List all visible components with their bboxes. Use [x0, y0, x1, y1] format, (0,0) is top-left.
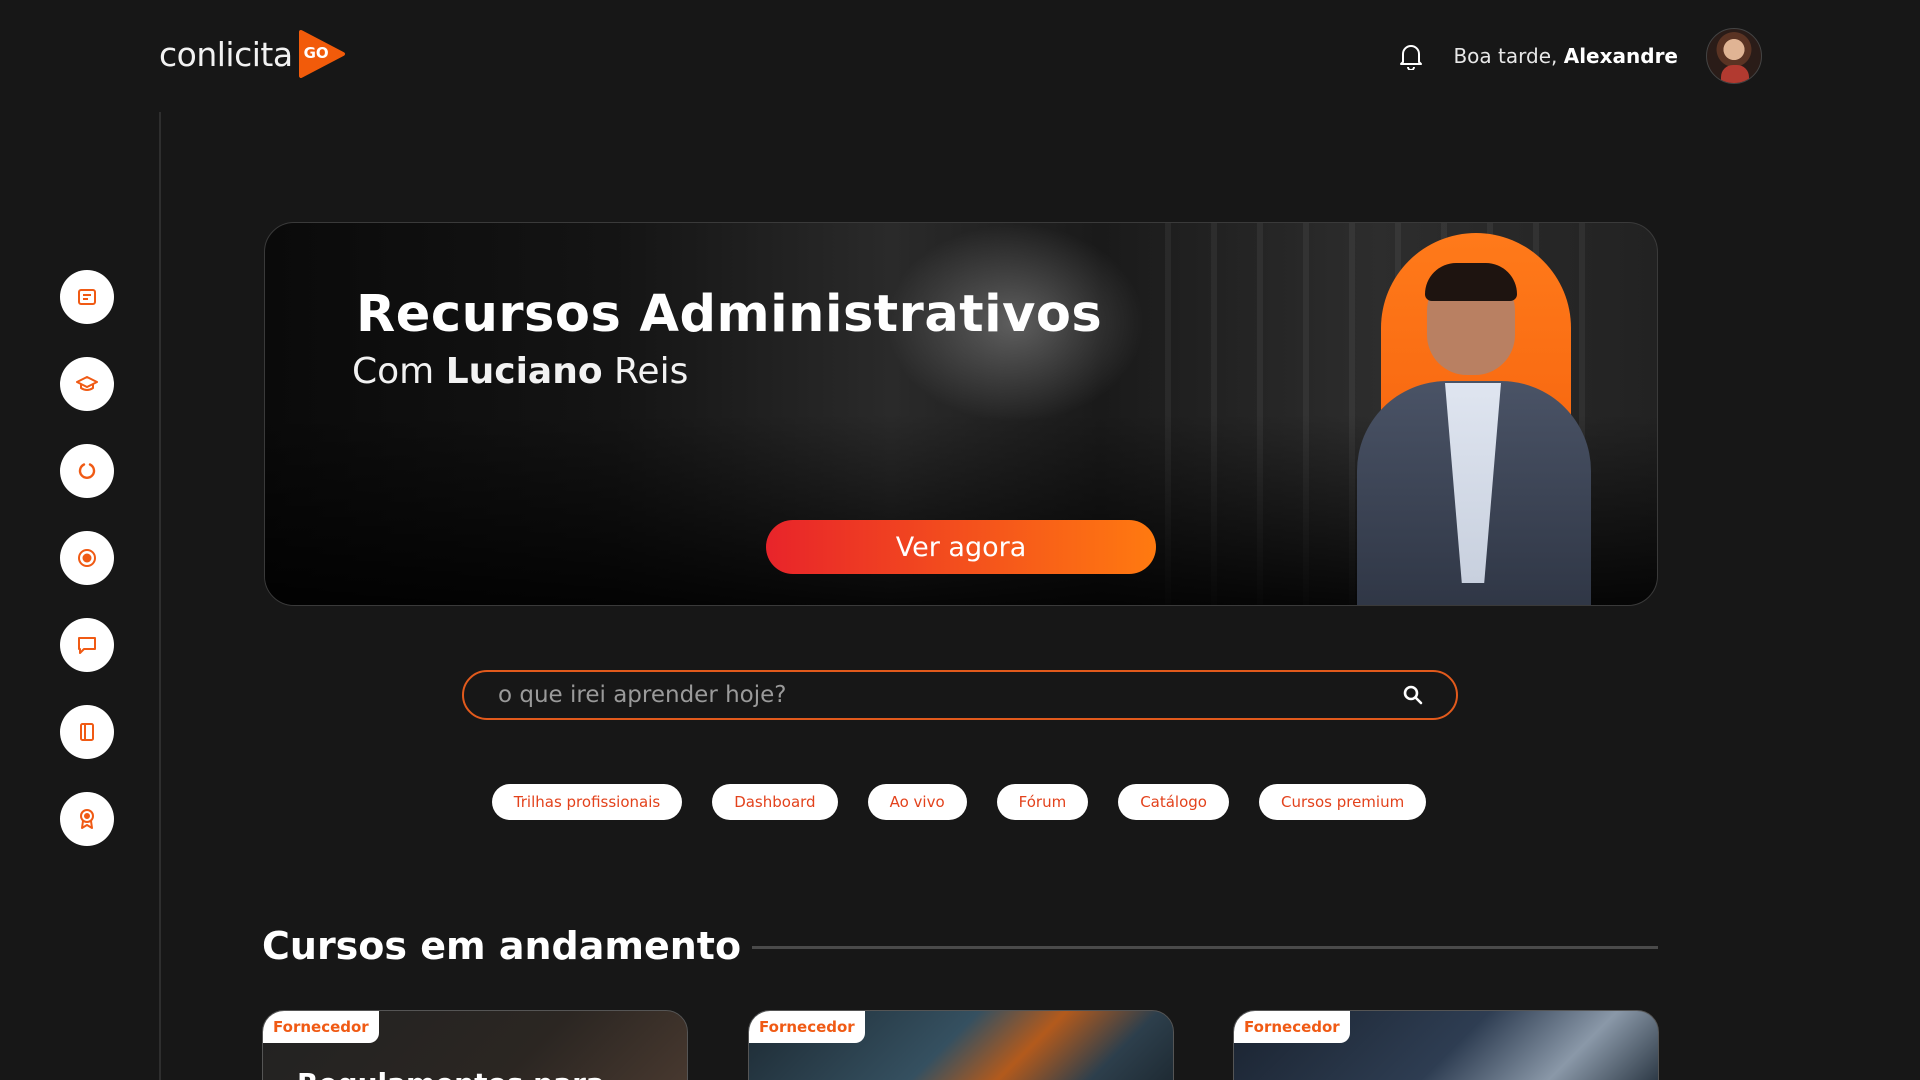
search-icon[interactable]	[1400, 682, 1426, 708]
loading-ring-icon	[78, 463, 96, 480]
bell-icon[interactable]	[1397, 40, 1425, 72]
logo-badge-text: GO	[303, 44, 329, 62]
user-name: Alexandre	[1563, 44, 1678, 68]
sidebar-item-courses[interactable]	[60, 357, 114, 411]
course-card-badge: Fornecedor	[263, 1011, 379, 1043]
avatar[interactable]	[1706, 28, 1762, 84]
chat-bubble-icon	[78, 637, 96, 654]
book-icon	[80, 723, 94, 741]
sidebar-item-catalog[interactable]	[60, 705, 114, 759]
greeting: Boa tarde, Alexandre	[1453, 44, 1678, 68]
page: conlicita GO Boa tarde, Alexandre Recurs…	[0, 0, 1920, 1080]
notes-icon	[78, 289, 96, 305]
quick-links: Trilhas profissionais Dashboard Ao vivo …	[0, 784, 1920, 820]
graduation-cap-icon	[76, 376, 98, 391]
course-card-badge: Fornecedor	[749, 1011, 865, 1043]
chip-cursos-premium[interactable]: Cursos premium	[1258, 784, 1427, 820]
chip-dashboard[interactable]: Dashboard	[712, 784, 838, 820]
course-card-badge: Fornecedor	[1234, 1011, 1350, 1043]
chip-forum[interactable]: Fórum	[996, 784, 1089, 820]
chip-ao-vivo[interactable]: Ao vivo	[867, 784, 967, 820]
sidebar-item-live[interactable]	[60, 531, 114, 585]
hero-banner[interactable]: Recursos Administrativos Com Luciano Rei…	[264, 222, 1658, 606]
hero-instructor-name: Luciano	[445, 351, 603, 392]
logo-badge: GO	[297, 30, 347, 78]
sidebar-item-notes[interactable]	[60, 270, 114, 324]
logo[interactable]: conlicita GO	[159, 30, 347, 78]
section-divider	[752, 946, 1658, 949]
search-bar	[462, 670, 1458, 720]
chip-catalogo[interactable]: Catálogo	[1118, 784, 1229, 820]
header-user-area: Boa tarde, Alexandre	[1397, 28, 1762, 84]
course-card-title: Regulamentos para	[297, 1067, 605, 1080]
course-card[interactable]: Fornecedor	[748, 1010, 1174, 1080]
watch-now-button[interactable]: Ver agora	[766, 520, 1156, 574]
search-input[interactable]	[498, 682, 1400, 708]
logo-text: conlicita	[159, 34, 293, 74]
sidebar-divider	[159, 112, 161, 1080]
course-card[interactable]: Fornecedor	[1233, 1010, 1659, 1080]
course-card[interactable]: Fornecedor Regulamentos para	[262, 1010, 688, 1080]
chip-trilhas-profissionais[interactable]: Trilhas profissionais	[491, 784, 683, 820]
hero-title: Recursos Administrativos	[356, 285, 1103, 344]
sidebar-item-progress[interactable]	[60, 444, 114, 498]
section-title: Cursos em andamento	[262, 924, 742, 968]
live-record-icon	[78, 549, 96, 567]
hero-instructor-hair	[1425, 263, 1517, 301]
hero-subtitle: Com Luciano Reis	[352, 351, 688, 392]
hero-subtitle-suffix: Reis	[602, 351, 689, 392]
greeting-prefix: Boa tarde,	[1453, 44, 1558, 68]
sidebar-item-forum[interactable]	[60, 618, 114, 672]
hero-subtitle-prefix: Com	[352, 351, 446, 392]
